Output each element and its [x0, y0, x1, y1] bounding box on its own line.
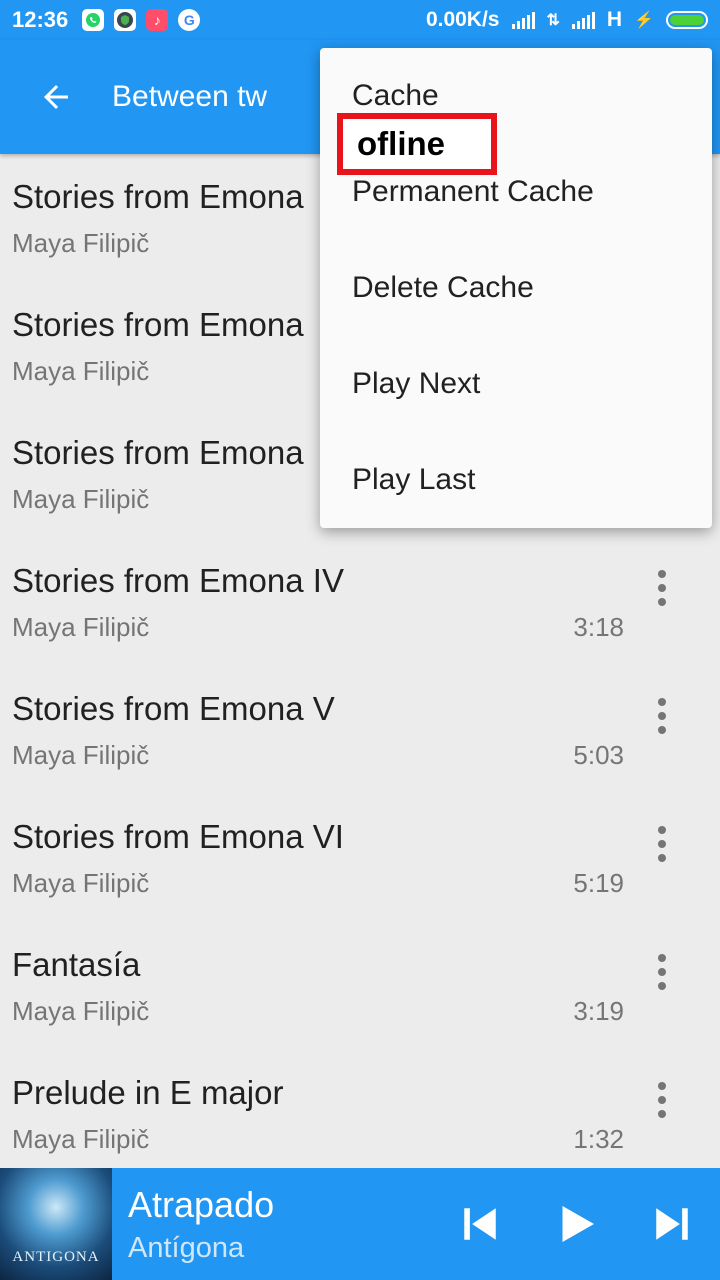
track-artist: Maya Filipič: [12, 996, 150, 1026]
network-type: H: [606, 8, 623, 31]
menu-item-play-next[interactable]: Play Next: [320, 336, 712, 432]
track-row[interactable]: Prelude in E major Maya Filipič 1:32: [0, 1050, 720, 1178]
track-title: Prelude in E major: [12, 1074, 284, 1111]
back-button[interactable]: [0, 40, 112, 154]
more-vert-icon[interactable]: [644, 696, 680, 736]
track-duration: 5:03: [573, 740, 624, 770]
signal-2-icon: [571, 11, 595, 29]
status-right: 0.00K/s ⇅ H ⚡: [426, 8, 708, 32]
skip-previous-button[interactable]: [432, 1168, 528, 1280]
mini-player[interactable]: ANTIGONA Atrapado Antígona: [0, 1168, 720, 1280]
tiktok-icon: ♪: [146, 9, 169, 31]
track-title: Stories from Emona: [12, 178, 304, 215]
track-row[interactable]: Fantasía Maya Filipič 3:19: [0, 922, 720, 1050]
network-speed: 0.00K/s: [425, 8, 500, 31]
now-playing-artist: Antígona: [128, 1231, 245, 1264]
track-title: Stories from Emona: [12, 306, 304, 343]
now-playing-info[interactable]: Atrapado Antígona: [128, 1184, 274, 1265]
play-button[interactable]: [528, 1168, 624, 1280]
album-cover[interactable]: ANTIGONA: [0, 1168, 112, 1280]
skip-next-icon: [656, 1208, 688, 1240]
track-artist: Maya Filipič: [12, 1124, 150, 1154]
track-title: Fantasía: [12, 946, 141, 983]
vpn-icon: [114, 9, 137, 31]
menu-item-delete-cache[interactable]: Delete Cache: [320, 240, 712, 336]
more-vert-icon[interactable]: [644, 568, 680, 608]
more-vert-icon[interactable]: [644, 952, 680, 992]
track-artist: Maya Filipič: [12, 484, 150, 514]
arrow-left-icon: [44, 85, 68, 109]
cover-text: ANTIGONA: [12, 1249, 100, 1265]
track-duration: 3:19: [573, 996, 624, 1026]
more-vert-icon[interactable]: [644, 1080, 680, 1120]
menu-item-play-last[interactable]: Play Last: [320, 432, 712, 528]
track-artist: Maya Filipič: [12, 612, 150, 642]
whatsapp-icon: [82, 9, 105, 31]
track-artist: Maya Filipič: [12, 740, 150, 770]
track-title: Stories from Emona V: [12, 690, 335, 727]
track-duration: 3:18: [573, 612, 624, 642]
now-playing-title: Atrapado: [128, 1183, 275, 1225]
track-artist: Maya Filipič: [12, 868, 150, 898]
player-controls: [432, 1168, 720, 1280]
google-icon: G: [178, 9, 201, 31]
track-row[interactable]: Stories from Emona VI Maya Filipič 5:19: [0, 794, 720, 922]
track-title: Stories from Emona VI: [12, 818, 344, 855]
status-bar: 12:36 ♪ G 0.00K/s ⇅ H ⚡: [0, 0, 720, 40]
annotation-label: ofline: [337, 113, 497, 175]
play-icon: [562, 1206, 594, 1242]
track-duration: 5:19: [573, 868, 624, 898]
track-title: Stories from Emona: [12, 434, 304, 471]
track-title: Stories from Emona IV: [12, 562, 344, 599]
track-row[interactable]: Stories from Emona IV Maya Filipič 3:18: [0, 538, 720, 666]
skip-previous-icon: [464, 1208, 496, 1240]
signal-icon: [511, 11, 535, 29]
track-row[interactable]: Stories from Emona V Maya Filipič 5:03: [0, 666, 720, 794]
track-artist: Maya Filipič: [12, 356, 150, 386]
battery-icon: [666, 11, 708, 29]
track-artist: Maya Filipič: [12, 228, 150, 258]
charging-icon: ⚡: [634, 12, 654, 29]
more-vert-icon[interactable]: [644, 824, 680, 864]
page-title: Between tw: [112, 80, 268, 113]
skip-next-button[interactable]: [624, 1168, 720, 1280]
data-arrows-icon: ⇅: [546, 12, 560, 29]
status-time: 12:36: [12, 7, 69, 32]
track-duration: 1:32: [573, 1124, 624, 1154]
